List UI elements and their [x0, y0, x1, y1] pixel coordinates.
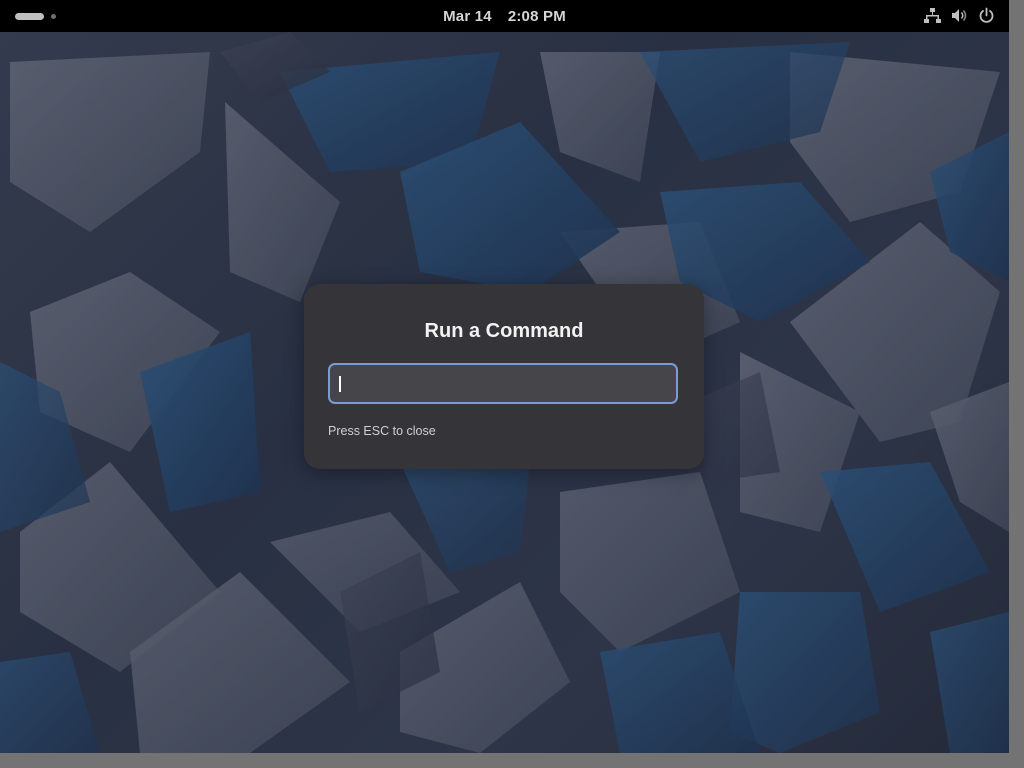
volume-icon: [951, 7, 968, 24]
screen-edge-bottom: [0, 753, 1024, 768]
clock-date: Mar 14: [443, 7, 492, 25]
active-workspace-indicator: [15, 13, 44, 20]
inactive-workspace-indicator: [51, 14, 56, 19]
command-input[interactable]: [328, 363, 678, 404]
desktop-screen: Mar 14 2:08 PM Run a Command Press ESC t…: [0, 0, 1024, 768]
top-bar: Mar 14 2:08 PM: [0, 0, 1009, 32]
run-command-dialog: Run a Command Press ESC to close: [304, 284, 704, 469]
close-hint: Press ESC to close: [328, 424, 436, 438]
clock-button[interactable]: Mar 14 2:08 PM: [443, 8, 566, 25]
system-tray[interactable]: [924, 7, 995, 24]
text-cursor: [339, 376, 341, 392]
screen-edge-right: [1009, 0, 1024, 768]
network-icon: [924, 7, 941, 24]
clock-time: 2:08 PM: [507, 7, 566, 25]
power-icon: [978, 7, 995, 24]
activities-button[interactable]: [15, 13, 56, 20]
dialog-title: Run a Command: [424, 320, 584, 342]
